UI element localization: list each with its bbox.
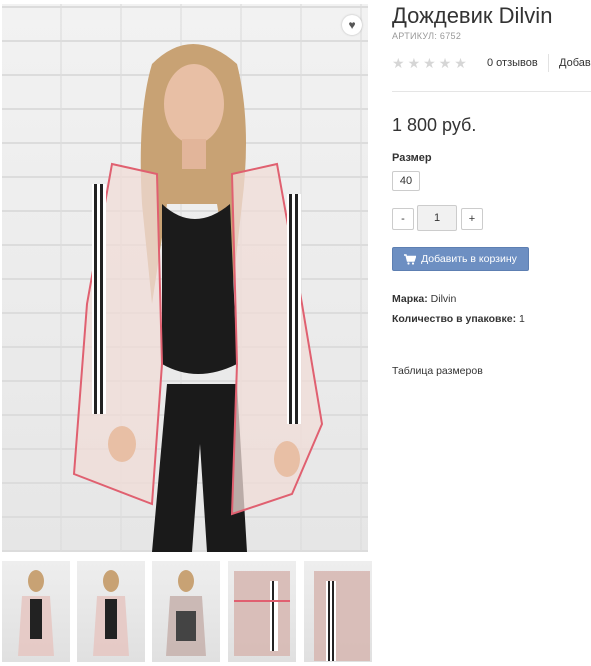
add-to-cart-label: Добавить в корзину <box>421 253 517 265</box>
favorite-button[interactable]: ♥ <box>342 15 362 35</box>
rating-stars[interactable]: ★ ★ ★ ★ ★ <box>392 56 467 70</box>
thumbnail-1[interactable] <box>2 561 70 662</box>
pack-quantity-value: 1 <box>519 313 525 325</box>
brand-value: Dilvin <box>430 293 457 305</box>
model-illustration <box>72 44 324 552</box>
product-title: Дождевик Dilvin <box>392 3 553 28</box>
pack-quantity-row: Количество в упаковке: 1 <box>392 313 525 325</box>
thumbnail-strip <box>2 561 372 662</box>
divider <box>548 54 549 72</box>
main-product-image[interactable]: ♥ <box>2 4 368 552</box>
product-sku: АРТИКУЛ: 6752 <box>392 31 462 41</box>
product-price: 1 800 руб. <box>392 115 477 135</box>
thumbnail-2[interactable] <box>77 561 145 662</box>
cart-icon <box>404 253 417 265</box>
thumbnail-3[interactable] <box>152 561 220 662</box>
reviews-count-link[interactable]: 0 отзывов <box>487 57 538 69</box>
quantity-input[interactable]: 1 <box>417 205 457 231</box>
brand-row: Марка: Dilvin <box>392 293 456 305</box>
size-label: Размер <box>392 152 432 164</box>
thumbnail-5[interactable] <box>304 561 372 662</box>
add-review-link[interactable]: Добав <box>559 57 591 69</box>
heart-icon: ♥ <box>348 18 356 32</box>
size-option-40[interactable]: 40 <box>392 171 420 191</box>
quantity-increase-button[interactable]: + <box>461 208 483 230</box>
star-icon[interactable]: ★ <box>454 56 467 70</box>
add-to-cart-button[interactable]: Добавить в корзину <box>392 247 529 271</box>
size-table-link[interactable]: Таблица размеров <box>392 365 483 377</box>
star-icon[interactable]: ★ <box>439 56 452 70</box>
divider <box>392 91 591 92</box>
star-icon[interactable]: ★ <box>408 56 421 70</box>
quantity-decrease-button[interactable]: - <box>392 208 414 230</box>
star-icon[interactable]: ★ <box>423 56 436 70</box>
brand-label: Марка: <box>392 293 428 305</box>
star-icon[interactable]: ★ <box>392 56 405 70</box>
pack-quantity-label: Количество в упаковке: <box>392 313 517 325</box>
thumbnail-4[interactable] <box>228 561 296 662</box>
